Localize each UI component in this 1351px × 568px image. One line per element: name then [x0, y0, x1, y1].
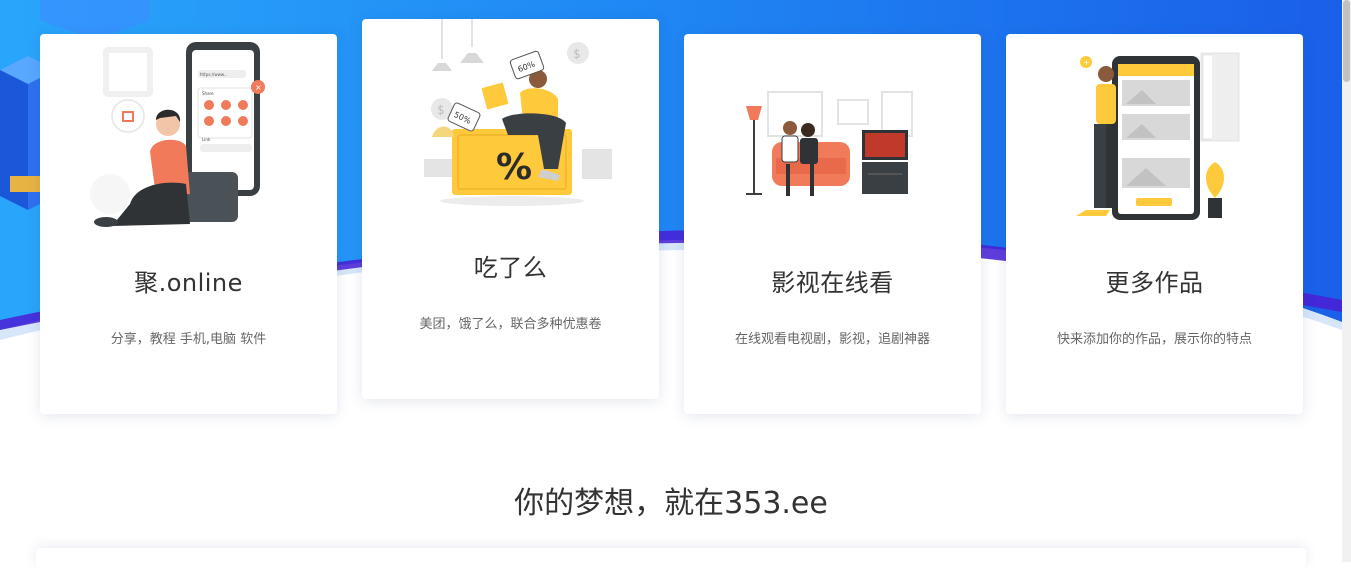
- card-food-deals[interactable]: $ $ % 60% 50% 吃了么 美团，饿了么，联合多种优惠卷: [362, 19, 659, 399]
- card-description: 快来添加你的作品，展示你的特点: [1056, 332, 1252, 347]
- scrollbar-thumb[interactable]: [1343, 0, 1350, 82]
- svg-text:%: %: [496, 147, 532, 188]
- card-description: 在线观看电视剧，影视，追剧神器: [734, 332, 930, 347]
- svg-text:Link: Link: [202, 137, 211, 142]
- card-more-works[interactable]: + 更多作品 快来添加你的作品，展示你的特点: [1006, 34, 1303, 414]
- next-section-panel: [36, 548, 1306, 568]
- svg-text:$: $: [437, 103, 445, 117]
- card-description: 美团，饿了么，联合多种优惠卷: [419, 317, 602, 332]
- couple-watching-tv-illustration-icon: [746, 91, 913, 196]
- card-video-online[interactable]: 影视在线看 在线观看电视剧，影视，追剧神器: [684, 34, 981, 414]
- phone-gallery-illustration-icon: +: [1076, 52, 1240, 220]
- share-phone-illustration-icon: https://www... Share Link ×: [90, 42, 265, 227]
- svg-text:×: ×: [255, 83, 262, 92]
- discount-shopping-illustration-icon: $ $ % 60% 50%: [424, 19, 612, 206]
- card-title: 聚.online: [134, 269, 243, 297]
- section-headline: 你的梦想，就在353.ee: [514, 486, 828, 521]
- svg-text:Share: Share: [202, 91, 214, 96]
- vertical-scrollbar[interactable]: [1342, 0, 1351, 562]
- card-title: 吃了么: [473, 254, 548, 282]
- card-title: 影视在线看: [771, 269, 894, 297]
- svg-text:$: $: [573, 47, 581, 61]
- card-description: 分享，教程 手机,电脑 软件: [110, 332, 267, 347]
- card-title: 更多作品: [1105, 269, 1204, 297]
- card-share-online[interactable]: https://www... Share Link × 聚.online 分享，…: [40, 34, 337, 414]
- svg-text:+: +: [1083, 58, 1090, 67]
- svg-text:https://www...: https://www...: [200, 72, 228, 77]
